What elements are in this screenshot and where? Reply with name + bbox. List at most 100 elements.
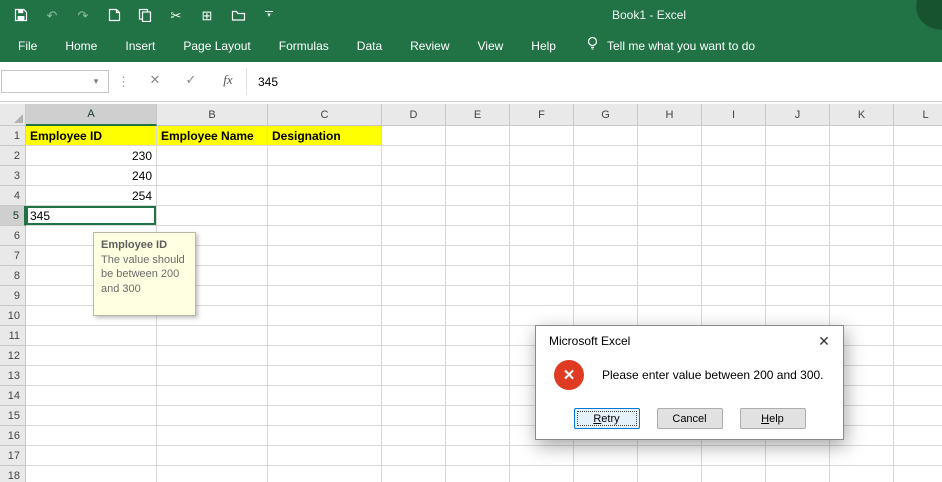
cell-B5[interactable] <box>157 206 268 226</box>
cell-H3[interactable] <box>638 166 702 186</box>
cell-C17[interactable] <box>268 446 382 466</box>
cell-E1[interactable] <box>446 126 510 146</box>
cell-E16[interactable] <box>446 426 510 446</box>
cell-L5[interactable] <box>894 206 942 226</box>
tab-data[interactable]: Data <box>343 30 396 62</box>
cell-C10[interactable] <box>268 306 382 326</box>
cell-D15[interactable] <box>382 406 446 426</box>
cell-C1[interactable]: Designation <box>268 126 382 146</box>
cell-G1[interactable] <box>574 126 638 146</box>
cell-E18[interactable] <box>446 466 510 482</box>
cell-L15[interactable] <box>894 406 942 426</box>
cell-D18[interactable] <box>382 466 446 482</box>
cell-G7[interactable] <box>574 246 638 266</box>
cell-K7[interactable] <box>830 246 894 266</box>
row-header-3[interactable]: 3 <box>0 166 26 186</box>
cell-B11[interactable] <box>157 326 268 346</box>
column-header-I[interactable]: I <box>702 104 766 126</box>
cell-B16[interactable] <box>157 426 268 446</box>
cell-I5[interactable] <box>702 206 766 226</box>
cell-K5[interactable] <box>830 206 894 226</box>
cell-E5[interactable] <box>446 206 510 226</box>
cell-C2[interactable] <box>268 146 382 166</box>
cell-A15[interactable] <box>26 406 157 426</box>
cell-B2[interactable] <box>157 146 268 166</box>
undo-icon[interactable]: ↶ <box>43 6 61 24</box>
confirm-entry-icon[interactable]: ✓ <box>180 72 202 88</box>
tell-me-box[interactable]: Tell me what you want to do <box>586 36 755 56</box>
cell-B18[interactable] <box>157 466 268 482</box>
row-header-14[interactable]: 14 <box>0 386 26 406</box>
cell-C4[interactable] <box>268 186 382 206</box>
cell-D5[interactable] <box>382 206 446 226</box>
cell-I7[interactable] <box>702 246 766 266</box>
cell-L7[interactable] <box>894 246 942 266</box>
cell-E11[interactable] <box>446 326 510 346</box>
cell-I1[interactable] <box>702 126 766 146</box>
cell-F6[interactable] <box>510 226 574 246</box>
cell-F4[interactable] <box>510 186 574 206</box>
cell-G9[interactable] <box>574 286 638 306</box>
cell-E8[interactable] <box>446 266 510 286</box>
cell-A3[interactable]: 240 <box>26 166 157 186</box>
cell-C16[interactable] <box>268 426 382 446</box>
cell-L8[interactable] <box>894 266 942 286</box>
cell-I10[interactable] <box>702 306 766 326</box>
dialog-button-help[interactable]: Help <box>740 408 806 429</box>
cell-C14[interactable] <box>268 386 382 406</box>
cell-G6[interactable] <box>574 226 638 246</box>
cell-H8[interactable] <box>638 266 702 286</box>
cell-D9[interactable] <box>382 286 446 306</box>
row-header-18[interactable]: 18 <box>0 466 26 482</box>
cell-K8[interactable] <box>830 266 894 286</box>
cell-H1[interactable] <box>638 126 702 146</box>
column-header-E[interactable]: E <box>446 104 510 126</box>
row-header-13[interactable]: 13 <box>0 366 26 386</box>
cell-D12[interactable] <box>382 346 446 366</box>
new-document-icon[interactable] <box>105 6 123 24</box>
cell-L17[interactable] <box>894 446 942 466</box>
cell-J17[interactable] <box>766 446 830 466</box>
tab-view[interactable]: View <box>464 30 518 62</box>
borders-grid-icon[interactable]: ⊞ <box>198 6 216 24</box>
row-header-11[interactable]: 11 <box>0 326 26 346</box>
tab-review[interactable]: Review <box>396 30 463 62</box>
cell-K6[interactable] <box>830 226 894 246</box>
cell-C11[interactable] <box>268 326 382 346</box>
cell-C12[interactable] <box>268 346 382 366</box>
cell-H5[interactable] <box>638 206 702 226</box>
cell-F18[interactable] <box>510 466 574 482</box>
cell-L6[interactable] <box>894 226 942 246</box>
cell-F9[interactable] <box>510 286 574 306</box>
column-header-K[interactable]: K <box>830 104 894 126</box>
cell-C8[interactable] <box>268 266 382 286</box>
cell-E13[interactable] <box>446 366 510 386</box>
cell-E4[interactable] <box>446 186 510 206</box>
column-header-C[interactable]: C <box>268 104 382 126</box>
cell-A18[interactable] <box>26 466 157 482</box>
cell-C6[interactable] <box>268 226 382 246</box>
column-header-J[interactable]: J <box>766 104 830 126</box>
row-header-16[interactable]: 16 <box>0 426 26 446</box>
row-header-6[interactable]: 6 <box>0 226 26 246</box>
cell-F10[interactable] <box>510 306 574 326</box>
cell-A17[interactable] <box>26 446 157 466</box>
cell-D4[interactable] <box>382 186 446 206</box>
row-header-7[interactable]: 7 <box>0 246 26 266</box>
cell-G10[interactable] <box>574 306 638 326</box>
cell-D10[interactable] <box>382 306 446 326</box>
cell-C5[interactable] <box>268 206 382 226</box>
cell-B13[interactable] <box>157 366 268 386</box>
row-header-17[interactable]: 17 <box>0 446 26 466</box>
cell-I17[interactable] <box>702 446 766 466</box>
formula-bar-grip[interactable]: ⋮ <box>117 74 130 90</box>
row-header-9[interactable]: 9 <box>0 286 26 306</box>
cell-D13[interactable] <box>382 366 446 386</box>
name-box-input[interactable] <box>2 71 86 92</box>
cell-K2[interactable] <box>830 146 894 166</box>
cell-A2[interactable]: 230 <box>26 146 157 166</box>
cell-A11[interactable] <box>26 326 157 346</box>
cell-K10[interactable] <box>830 306 894 326</box>
row-header-10[interactable]: 10 <box>0 306 26 326</box>
cell-B15[interactable] <box>157 406 268 426</box>
